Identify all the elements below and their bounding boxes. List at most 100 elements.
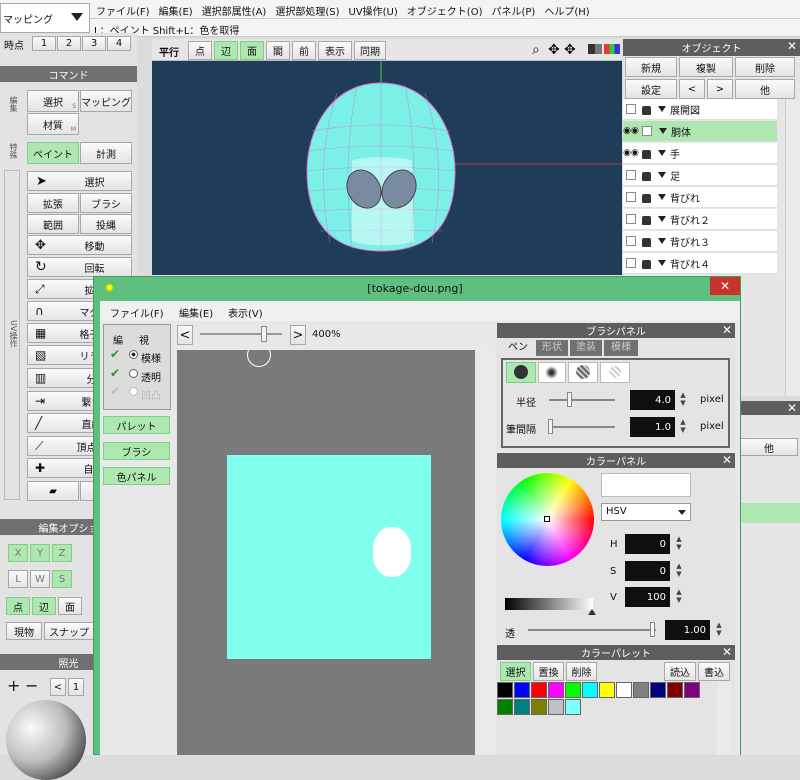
palette-replace-button[interactable]: 置換 [533, 662, 564, 681]
view-face[interactable]: 面 [240, 41, 264, 60]
view-parallel[interactable]: 平行 [159, 44, 179, 59]
color-mode-icon[interactable] [604, 44, 620, 54]
palette-swatch[interactable] [650, 682, 666, 698]
visibility-checkbox[interactable] [626, 258, 636, 268]
palette-swatch[interactable] [514, 699, 530, 715]
radio-transparent[interactable] [129, 369, 138, 378]
alpha-spinner[interactable]: ▲ ▼ [714, 621, 724, 637]
brush-tab-pen[interactable]: ペン [502, 340, 534, 356]
palette-swatch[interactable] [684, 682, 700, 698]
palette-swatch[interactable] [548, 699, 564, 715]
alpha-slider-track[interactable] [528, 629, 656, 631]
object-row-selected[interactable]: ◉◉ 胴体 [623, 121, 777, 142]
palette-swatch[interactable] [616, 682, 632, 698]
object-duplicate-button[interactable]: 複製 [679, 57, 733, 77]
coord-screen[interactable]: S [52, 570, 72, 588]
brush-button[interactable]: ブラシ [103, 442, 170, 460]
lock-icon[interactable] [642, 259, 651, 269]
visibility-checkbox[interactable] [626, 236, 636, 246]
mapping-button[interactable]: マッピング [80, 90, 132, 112]
nav-prev[interactable]: < [50, 678, 66, 696]
coord-local[interactable]: L [8, 570, 28, 588]
radius-slider-thumb[interactable] [567, 392, 572, 407]
color-mode-select[interactable]: HSV [601, 503, 691, 521]
palette-swatch[interactable] [667, 682, 683, 698]
pan-icon[interactable]: ✥ [548, 42, 560, 58]
menu-panel[interactable]: パネル(P) [491, 3, 535, 18]
tool-lasso[interactable]: 投縄 [80, 214, 132, 234]
tab-1[interactable]: 1 [32, 36, 56, 51]
tool-brush[interactable]: ブラシ [80, 193, 132, 213]
palette-swatch[interactable] [531, 699, 547, 715]
viewport-3d[interactable] [152, 61, 622, 275]
view-display[interactable]: 表示 [318, 41, 352, 60]
tool-expand[interactable]: 拡張 [27, 193, 79, 213]
view-front[interactable]: 前 [292, 41, 316, 60]
menu-object[interactable]: オブジェクト(O) [407, 3, 483, 18]
brush-tab-shape[interactable]: 形状 [536, 340, 568, 356]
expand-triangle-icon[interactable] [658, 194, 666, 200]
tool-select[interactable]: ➤ 選択 [27, 171, 132, 191]
visibility-checkbox[interactable] [626, 170, 636, 180]
lighting-sphere[interactable] [6, 700, 86, 780]
palette-swatch[interactable] [548, 682, 564, 698]
palette-select-button[interactable]: 選択 [500, 662, 531, 681]
layout-icon[interactable] [588, 44, 602, 54]
rotate-view-icon[interactable]: ✥ [564, 42, 576, 58]
lock-icon[interactable] [642, 149, 651, 159]
zoom-out-button[interactable]: < [177, 325, 193, 345]
texture-canvas[interactable] [177, 350, 475, 755]
palette-swatch[interactable] [531, 682, 547, 698]
palette-swatch[interactable] [514, 682, 530, 698]
zoom-slider-thumb[interactable] [261, 326, 267, 342]
lock-icon[interactable] [642, 105, 651, 115]
material-other-button[interactable]: 他 [740, 438, 798, 456]
axis-x[interactable]: X [8, 544, 28, 562]
interval-slider-track[interactable] [549, 426, 615, 428]
visibility-checkbox[interactable] [626, 214, 636, 224]
interval-slider-thumb[interactable] [548, 419, 553, 434]
menu-selection-proc[interactable]: 選択部処理(S) [275, 3, 339, 18]
interval-input[interactable]: 1.0 [630, 417, 675, 437]
check-icon[interactable]: ✔ [110, 384, 120, 398]
menu-uv[interactable]: UV操作(U) [349, 3, 398, 18]
close-icon[interactable]: ✕ [722, 453, 732, 467]
view-sync[interactable]: 同期 [354, 41, 386, 60]
color-panel-button[interactable]: 色パネル [103, 467, 170, 485]
tex-menu-edit[interactable]: 編集(E) [179, 305, 213, 320]
object-row[interactable]: 背びれ４ [623, 253, 777, 274]
axis-y[interactable]: Y [30, 544, 50, 562]
tab-2[interactable]: 2 [57, 36, 81, 51]
select-button[interactable]: 選択 S [27, 90, 79, 112]
object-scrollbar[interactable] [785, 99, 800, 396]
palette-button[interactable]: パレット [103, 416, 170, 434]
lock-icon[interactable] [642, 237, 651, 247]
menu-help[interactable]: ヘルプ(H) [544, 3, 589, 18]
tool-range[interactable]: 範囲 [27, 214, 79, 234]
alpha-slider-thumb[interactable] [650, 622, 655, 637]
value-gradient-marker[interactable] [588, 609, 596, 615]
mode-face[interactable]: 面 [58, 597, 82, 615]
object-row[interactable]: 背びれ２ [623, 209, 777, 230]
material-row-selected[interactable] [740, 503, 800, 523]
expand-triangle-icon[interactable] [658, 216, 666, 222]
palette-swatch[interactable] [633, 682, 649, 698]
zoom-in-button[interactable]: > [290, 325, 306, 345]
s-input[interactable]: 0 [625, 561, 670, 581]
value-gradient-bar[interactable] [505, 598, 593, 610]
v-input[interactable]: 100 [625, 587, 670, 607]
radius-slider-track[interactable] [549, 399, 615, 401]
close-icon[interactable]: ✕ [787, 39, 797, 53]
check-icon[interactable]: ✔ [110, 347, 120, 361]
palette-swatch[interactable] [599, 682, 615, 698]
radio-bump[interactable] [129, 387, 138, 396]
visibility-checkbox[interactable] [626, 192, 636, 202]
close-icon[interactable]: ✕ [722, 323, 732, 337]
expand-triangle-icon[interactable] [658, 150, 666, 156]
mode-point[interactable]: 点 [6, 597, 30, 615]
brush-tab-paint[interactable]: 塗装 [570, 340, 602, 356]
palette-save-button[interactable]: 書込 [698, 662, 730, 681]
snap-button[interactable]: スナップ [44, 622, 94, 640]
lock-icon[interactable] [642, 171, 651, 181]
object-row[interactable]: 展開図 [623, 99, 777, 120]
